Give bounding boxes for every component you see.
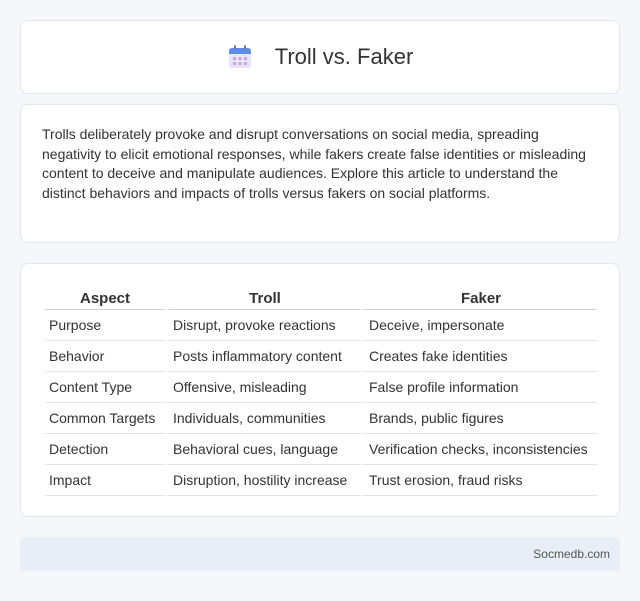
footer-site-link[interactable]: Socmedb.com xyxy=(533,547,610,561)
cell-troll: Individuals, communities xyxy=(165,403,361,434)
intro-paragraph: Trolls deliberately provoke and disrupt … xyxy=(42,126,586,201)
cell-faker: Brands, public figures xyxy=(361,403,597,434)
page-title: Troll vs. Faker xyxy=(274,44,414,69)
table-row: Common Targets Individuals, communities … xyxy=(45,403,597,434)
cell-faker: False profile information xyxy=(361,372,597,403)
cell-troll: Disruption, hostility increase xyxy=(165,465,361,496)
header-faker: Faker xyxy=(361,288,597,310)
table-row: Purpose Disrupt, provoke reactions Decei… xyxy=(45,310,597,341)
cell-faker: Creates fake identities xyxy=(361,341,597,372)
cell-troll: Offensive, misleading xyxy=(165,372,361,403)
cell-faker: Trust erosion, fraud risks xyxy=(361,465,597,496)
table-row: Content Type Offensive, misleading False… xyxy=(45,372,597,403)
calendar-icon xyxy=(228,45,251,68)
cell-aspect: Common Targets xyxy=(45,403,165,434)
table-header-row: Aspect Troll Faker xyxy=(45,288,597,310)
table-row: Detection Behavioral cues, language Veri… xyxy=(45,434,597,465)
comparison-table: Aspect Troll Faker Purpose Disrupt, prov… xyxy=(45,288,597,496)
cell-faker: Verification checks, inconsistencies xyxy=(361,434,597,465)
cell-aspect: Impact xyxy=(45,465,165,496)
intro-card: Trolls deliberately provoke and disrupt … xyxy=(20,104,620,243)
cell-aspect: Behavior xyxy=(45,341,165,372)
table-row: Impact Disruption, hostility increase Tr… xyxy=(45,465,597,496)
header-aspect: Aspect xyxy=(45,288,165,310)
header-troll: Troll xyxy=(165,288,361,310)
cell-troll: Behavioral cues, language xyxy=(165,434,361,465)
table-row: Behavior Posts inflammatory content Crea… xyxy=(45,341,597,372)
footer-bar: Socmedb.com xyxy=(20,537,620,571)
title-wrap: Troll vs. Faker xyxy=(227,44,414,70)
comparison-card: Aspect Troll Faker Purpose Disrupt, prov… xyxy=(20,263,620,517)
cell-troll: Disrupt, provoke reactions xyxy=(165,310,361,341)
cell-aspect: Content Type xyxy=(45,372,165,403)
title-card: Troll vs. Faker xyxy=(20,20,620,94)
cell-troll: Posts inflammatory content xyxy=(165,341,361,372)
cell-aspect: Detection xyxy=(45,434,165,465)
cell-aspect: Purpose xyxy=(45,310,165,341)
cell-faker: Deceive, impersonate xyxy=(361,310,597,341)
